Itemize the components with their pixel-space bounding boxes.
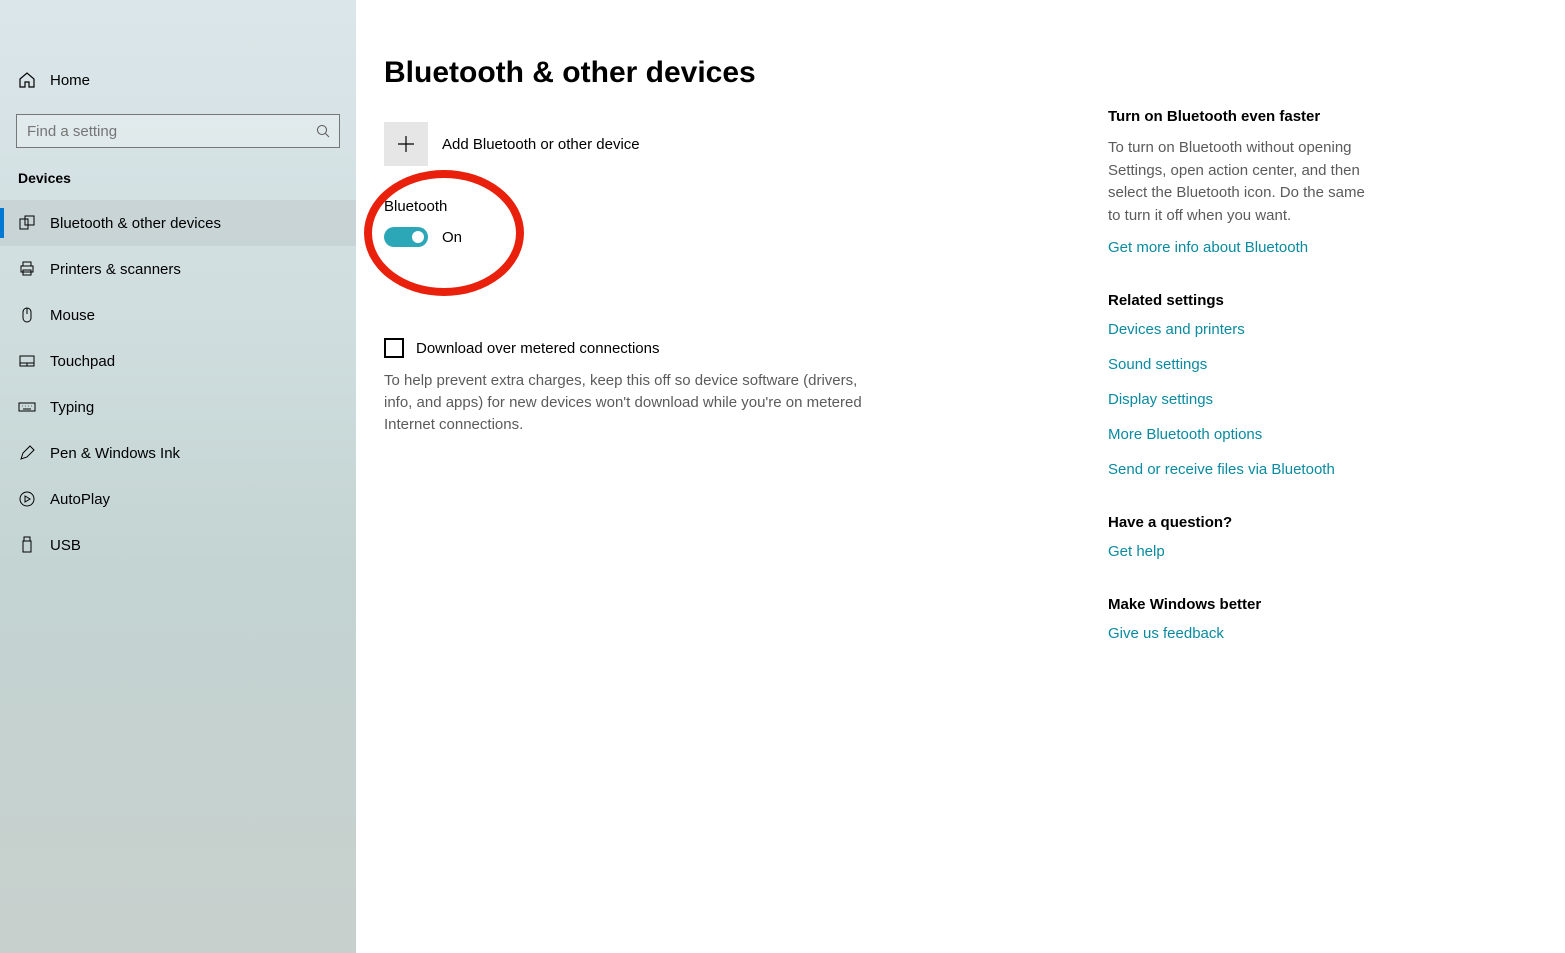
link-give-feedback[interactable]: Give us feedback [1108, 625, 1378, 642]
sidebar-item-autoplay[interactable]: AutoPlay [0, 476, 356, 522]
sidebar-home-label: Home [50, 72, 90, 89]
sidebar-home[interactable]: Home [0, 60, 356, 100]
sidebar-item-pen[interactable]: Pen & Windows Ink [0, 430, 356, 476]
sidebar-item-printers[interactable]: Printers & scanners [0, 246, 356, 292]
sidebar-item-bluetooth[interactable]: Bluetooth & other devices [0, 200, 356, 246]
sidebar-item-label: Bluetooth & other devices [50, 215, 221, 232]
link-more-bluetooth-options[interactable]: More Bluetooth options [1108, 426, 1378, 443]
printer-icon [18, 260, 50, 278]
search-input[interactable] [25, 122, 316, 141]
add-device-button[interactable]: Add Bluetooth or other device [384, 122, 640, 166]
search-icon [316, 124, 331, 139]
sidebar-category: Devices [0, 170, 356, 186]
metered-description: To help prevent extra charges, keep this… [384, 370, 864, 435]
link-get-help[interactable]: Get help [1108, 543, 1378, 560]
sp-title: Related settings [1108, 292, 1378, 309]
sidebar-item-mouse[interactable]: Mouse [0, 292, 356, 338]
bluetooth-section: Bluetooth On [384, 198, 864, 247]
sp-block-feedback: Make Windows better Give us feedback [1108, 596, 1378, 642]
link-devices-printers[interactable]: Devices and printers [1108, 321, 1378, 338]
main-content: Bluetooth & other devices Add Bluetooth … [356, 0, 1565, 953]
usb-icon [18, 536, 50, 554]
bluetooth-toggle-state: On [442, 229, 462, 246]
link-more-bluetooth-info[interactable]: Get more info about Bluetooth [1108, 239, 1378, 256]
sidebar-item-label: AutoPlay [50, 491, 110, 508]
sidebar-item-label: Mouse [50, 307, 95, 324]
side-panel: Turn on Bluetooth even faster To turn on… [1108, 108, 1378, 678]
autoplay-icon [18, 490, 50, 508]
sp-body: To turn on Bluetooth without opening Set… [1108, 137, 1378, 227]
sp-block-question: Have a question? Get help [1108, 514, 1378, 560]
sp-title: Have a question? [1108, 514, 1378, 531]
sp-block-faster: Turn on Bluetooth even faster To turn on… [1108, 108, 1378, 256]
sp-block-related: Related settings Devices and printers So… [1108, 292, 1378, 478]
sidebar-item-label: Touchpad [50, 353, 115, 370]
sidebar-item-touchpad[interactable]: Touchpad [0, 338, 356, 384]
metered-checkbox-row[interactable]: Download over metered connections [384, 338, 864, 358]
metered-section: Download over metered connections To hel… [384, 338, 864, 435]
touchpad-icon [18, 352, 50, 370]
sidebar-item-label: USB [50, 537, 81, 554]
bluetooth-toggle[interactable] [384, 227, 428, 247]
toggle-knob [412, 231, 424, 243]
sidebar-item-label: Typing [50, 399, 94, 416]
metered-checkbox[interactable] [384, 338, 404, 358]
link-send-receive-bluetooth[interactable]: Send or receive files via Bluetooth [1108, 461, 1378, 478]
home-icon [18, 71, 50, 89]
metered-checkbox-label: Download over metered connections [416, 340, 659, 357]
bluetooth-label: Bluetooth [384, 198, 864, 215]
sidebar: Home Devices Bluetooth & other devices P… [0, 0, 356, 953]
sp-title: Turn on Bluetooth even faster [1108, 108, 1378, 125]
sp-title: Make Windows better [1108, 596, 1378, 613]
search-box[interactable] [16, 114, 340, 148]
bluetooth-devices-icon [18, 214, 50, 232]
sidebar-item-label: Pen & Windows Ink [50, 445, 180, 462]
keyboard-icon [18, 398, 50, 416]
page-title: Bluetooth & other devices [384, 56, 756, 90]
sidebar-item-label: Printers & scanners [50, 261, 181, 278]
pen-icon [18, 444, 50, 462]
add-device-label: Add Bluetooth or other device [442, 136, 640, 153]
link-sound-settings[interactable]: Sound settings [1108, 356, 1378, 373]
link-display-settings[interactable]: Display settings [1108, 391, 1378, 408]
sidebar-item-usb[interactable]: USB [0, 522, 356, 568]
sidebar-item-typing[interactable]: Typing [0, 384, 356, 430]
mouse-icon [18, 306, 50, 324]
plus-icon [384, 122, 428, 166]
